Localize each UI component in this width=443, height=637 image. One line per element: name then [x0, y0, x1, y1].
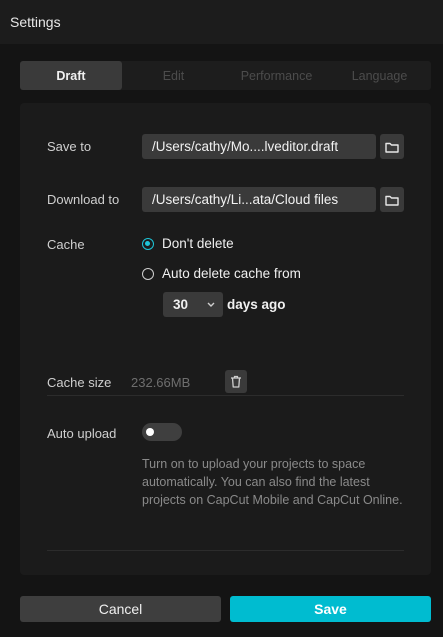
cache-option-auto-delete[interactable]: Auto delete cache from — [142, 266, 301, 281]
draft-settings-panel: Save to /Users/cathy/Mo....lveditor.draf… — [20, 103, 431, 575]
cache-option-dont-delete[interactable]: Don't delete — [142, 236, 234, 251]
radio-checked-icon[interactable] — [142, 237, 154, 250]
cache-label: Cache — [47, 237, 85, 252]
clear-cache-button[interactable] — [225, 370, 247, 393]
folder-icon — [385, 195, 399, 206]
trash-icon — [231, 375, 241, 388]
cache-size-value: 232.66MB — [131, 375, 191, 390]
title-bar: Settings — [0, 0, 443, 44]
save-to-browse-button[interactable] — [380, 134, 404, 159]
cancel-button[interactable]: Cancel — [20, 596, 221, 622]
tab-language[interactable]: Language — [328, 61, 431, 90]
download-to-label: Download to — [47, 192, 120, 207]
save-to-label: Save to — [47, 139, 92, 154]
chevron-down-icon — [207, 302, 215, 307]
toggle-knob — [146, 428, 154, 436]
window-title: Settings — [10, 14, 61, 30]
auto-upload-description: Turn on to upload your projects to space… — [142, 457, 403, 507]
download-to-path-field[interactable]: /Users/cathy/Li...ata/Cloud files — [142, 187, 376, 212]
cache-days-select[interactable]: 30 — [163, 292, 223, 317]
tab-performance[interactable]: Performance — [225, 61, 328, 90]
cache-days-suffix: days ago — [227, 297, 286, 312]
cache-option-label: Auto delete cache from — [162, 266, 301, 281]
cache-size-label: Cache size — [47, 375, 112, 390]
tab-draft[interactable]: Draft — [20, 61, 122, 90]
auto-upload-toggle[interactable] — [142, 423, 182, 441]
cache-days-value: 30 — [173, 297, 189, 312]
settings-tabs: Draft Edit Performance Language — [20, 61, 431, 90]
save-button[interactable]: Save — [230, 596, 431, 622]
folder-icon — [385, 142, 399, 153]
radio-unchecked-icon[interactable] — [142, 267, 154, 280]
section-divider — [47, 395, 404, 396]
cache-option-label: Don't delete — [162, 236, 234, 251]
save-to-path-field[interactable]: /Users/cathy/Mo....lveditor.draft — [142, 134, 376, 159]
section-divider — [47, 550, 404, 551]
auto-upload-label: Auto upload — [47, 426, 117, 441]
download-to-browse-button[interactable] — [380, 187, 404, 212]
tab-edit[interactable]: Edit — [122, 61, 225, 90]
